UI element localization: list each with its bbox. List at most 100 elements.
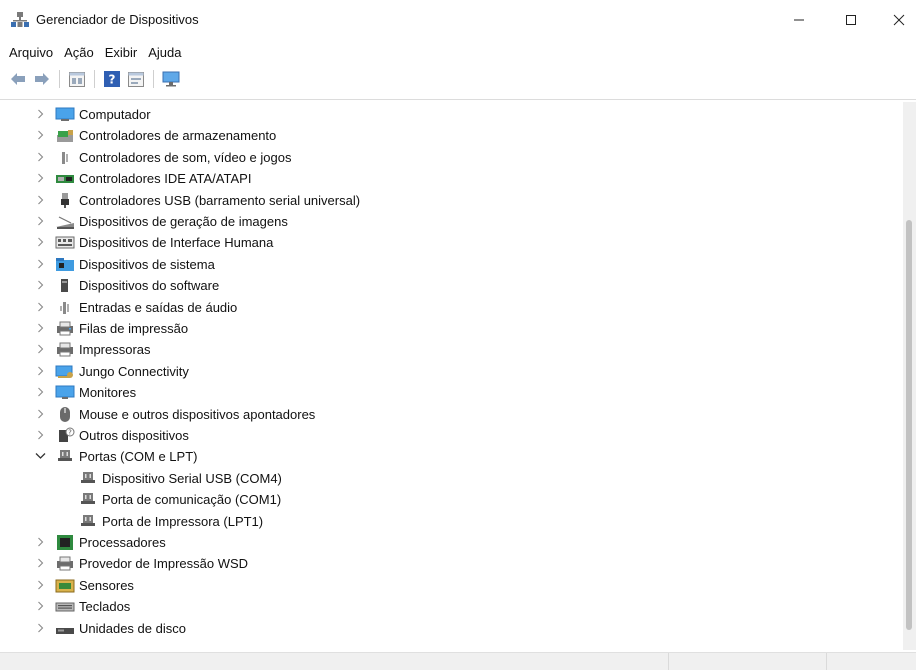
tree-item[interactable]: Controladores de armazenamento	[0, 125, 900, 146]
chevron-right-icon	[37, 152, 43, 162]
tree-item[interactable]: Unidades de disco	[0, 618, 900, 639]
other-devices-icon: ?	[59, 427, 75, 442]
toolbar-separator	[153, 70, 154, 88]
tree-item[interactable]: Teclados	[0, 596, 900, 617]
tree-item[interactable]: Processadores	[0, 532, 900, 553]
menu-arquivo[interactable]: Arquivo	[9, 45, 53, 60]
tree-item[interactable]: Impressoras	[0, 339, 900, 360]
expand-toggle[interactable]	[34, 257, 46, 271]
scan-hardware-button[interactable]	[160, 68, 182, 90]
tree-item[interactable]: Portas (COM e LPT)	[0, 446, 900, 467]
scrollbar-thumb[interactable]	[906, 220, 912, 630]
title-bar[interactable]: Gerenciador de Dispositivos	[0, 0, 916, 40]
mouse-icon	[60, 406, 70, 422]
vertical-scrollbar[interactable]	[903, 102, 916, 650]
expand-toggle[interactable]	[34, 449, 46, 463]
expand-toggle[interactable]	[34, 385, 46, 399]
computer-icon	[55, 107, 75, 121]
tree-item-label: Porta de Impressora (LPT1)	[102, 513, 264, 529]
window-title: Gerenciador de Dispositivos	[36, 12, 199, 27]
expand-toggle[interactable]	[34, 535, 46, 549]
tree-item[interactable]: Dispositivos de geração de imagens	[0, 211, 900, 232]
port-icon	[58, 450, 72, 462]
expand-toggle[interactable]	[34, 321, 46, 335]
forward-button[interactable]	[31, 68, 53, 90]
expand-toggle[interactable]	[34, 128, 46, 142]
expand-toggle[interactable]	[34, 342, 46, 356]
menu-ajuda[interactable]: Ajuda	[148, 45, 181, 60]
expand-toggle[interactable]	[34, 599, 46, 613]
scanner-icon	[56, 216, 74, 229]
software-device-icon	[61, 279, 68, 293]
tree-child-item[interactable]: Porta de Impressora (LPT1)	[0, 511, 900, 532]
hid-icon	[55, 236, 75, 249]
tree-item-label: Teclados	[79, 599, 131, 615]
tree-item-label: Portas (COM e LPT)	[79, 449, 198, 465]
chevron-right-icon	[37, 345, 43, 354]
tree-item-label: Outros dispositivos	[79, 428, 189, 443]
tree-item[interactable]: Controladores de som, vídeo e jogos	[0, 147, 900, 168]
menu-exibir[interactable]: Exibir	[105, 45, 138, 60]
chevron-right-icon	[37, 302, 43, 311]
expand-toggle[interactable]	[34, 214, 46, 228]
expand-toggle[interactable]	[34, 621, 46, 635]
expand-toggle[interactable]	[34, 150, 46, 164]
tree-child-item[interactable]: Porta de comunicação (COM1)	[0, 489, 900, 510]
expand-toggle[interactable]	[34, 578, 46, 592]
status-panel	[826, 653, 827, 670]
maximize-button[interactable]	[828, 6, 874, 34]
chevron-right-icon	[37, 580, 43, 590]
tree-item[interactable]: Dispositivos de Interface Humana	[0, 232, 900, 253]
wsd-printer-icon	[57, 556, 73, 571]
tree-item-label: Sensores	[79, 577, 134, 593]
minimize-button[interactable]	[776, 6, 822, 34]
close-button[interactable]	[876, 6, 916, 34]
back-button[interactable]	[7, 68, 29, 90]
tree-item[interactable]: Provedor de Impressão WSD	[0, 553, 900, 574]
properties-button[interactable]	[66, 68, 88, 90]
tree-item[interactable]: Controladores IDE ATA/ATAPI	[0, 168, 900, 189]
tree-child-item[interactable]: Dispositivo Serial USB (COM4)	[0, 468, 900, 489]
audio-io-icon	[60, 301, 69, 314]
expand-toggle[interactable]	[34, 407, 46, 421]
expand-toggle[interactable]	[34, 278, 46, 292]
expand-toggle[interactable]	[34, 556, 46, 570]
tree-item-label: Controladores IDE ATA/ATAPI	[79, 171, 252, 187]
expand-toggle[interactable]	[34, 300, 46, 314]
tree-item[interactable]: Sensores	[0, 575, 900, 596]
chevron-right-icon	[37, 216, 43, 226]
device-tree[interactable]: Computador Controladores de armazenamento…	[0, 102, 900, 650]
tree-item-label: Porta de comunicação (COM1)	[102, 492, 282, 508]
expand-toggle[interactable]	[34, 428, 46, 442]
tree-item[interactable]: ? Outros dispositivos	[0, 425, 900, 446]
driver-details-button[interactable]	[125, 68, 147, 90]
svg-text:?: ?	[109, 73, 116, 87]
disk-drive-icon	[56, 627, 74, 634]
tree-item[interactable]: Filas de impressão	[0, 318, 900, 339]
expand-toggle[interactable]	[34, 193, 46, 207]
chevron-right-icon	[37, 323, 43, 333]
back-icon	[11, 73, 25, 85]
system-folder-icon	[56, 257, 74, 271]
tree-item[interactable]: Monitores	[0, 382, 900, 403]
expand-toggle[interactable]	[34, 171, 46, 185]
tree-item[interactable]: Dispositivos do software	[0, 275, 900, 296]
tree-item[interactable]: Computador	[0, 104, 900, 125]
tree-item[interactable]: Jungo Connectivity	[0, 361, 900, 382]
sensor-icon	[55, 579, 75, 593]
status-bar	[0, 652, 916, 670]
minimize-icon	[794, 19, 804, 21]
expand-toggle[interactable]	[34, 364, 46, 378]
tree-item[interactable]: Dispositivos de sistema	[0, 254, 900, 275]
tree-item[interactable]: Mouse e outros dispositivos apontadores	[0, 404, 900, 425]
tree-item[interactable]: Controladores USB (barramento serial uni…	[0, 190, 900, 211]
port-icon	[81, 493, 95, 505]
expand-toggle[interactable]	[34, 235, 46, 249]
tree-item-label: Dispositivos de Interface Humana	[79, 235, 274, 251]
status-panel	[668, 653, 669, 670]
expand-toggle[interactable]	[34, 107, 46, 121]
menu-acao[interactable]: Ação	[64, 45, 94, 60]
help-button[interactable]: ?	[101, 68, 123, 90]
monitor-scan-icon	[162, 71, 180, 87]
tree-item[interactable]: Entradas e saídas de áudio	[0, 297, 900, 318]
